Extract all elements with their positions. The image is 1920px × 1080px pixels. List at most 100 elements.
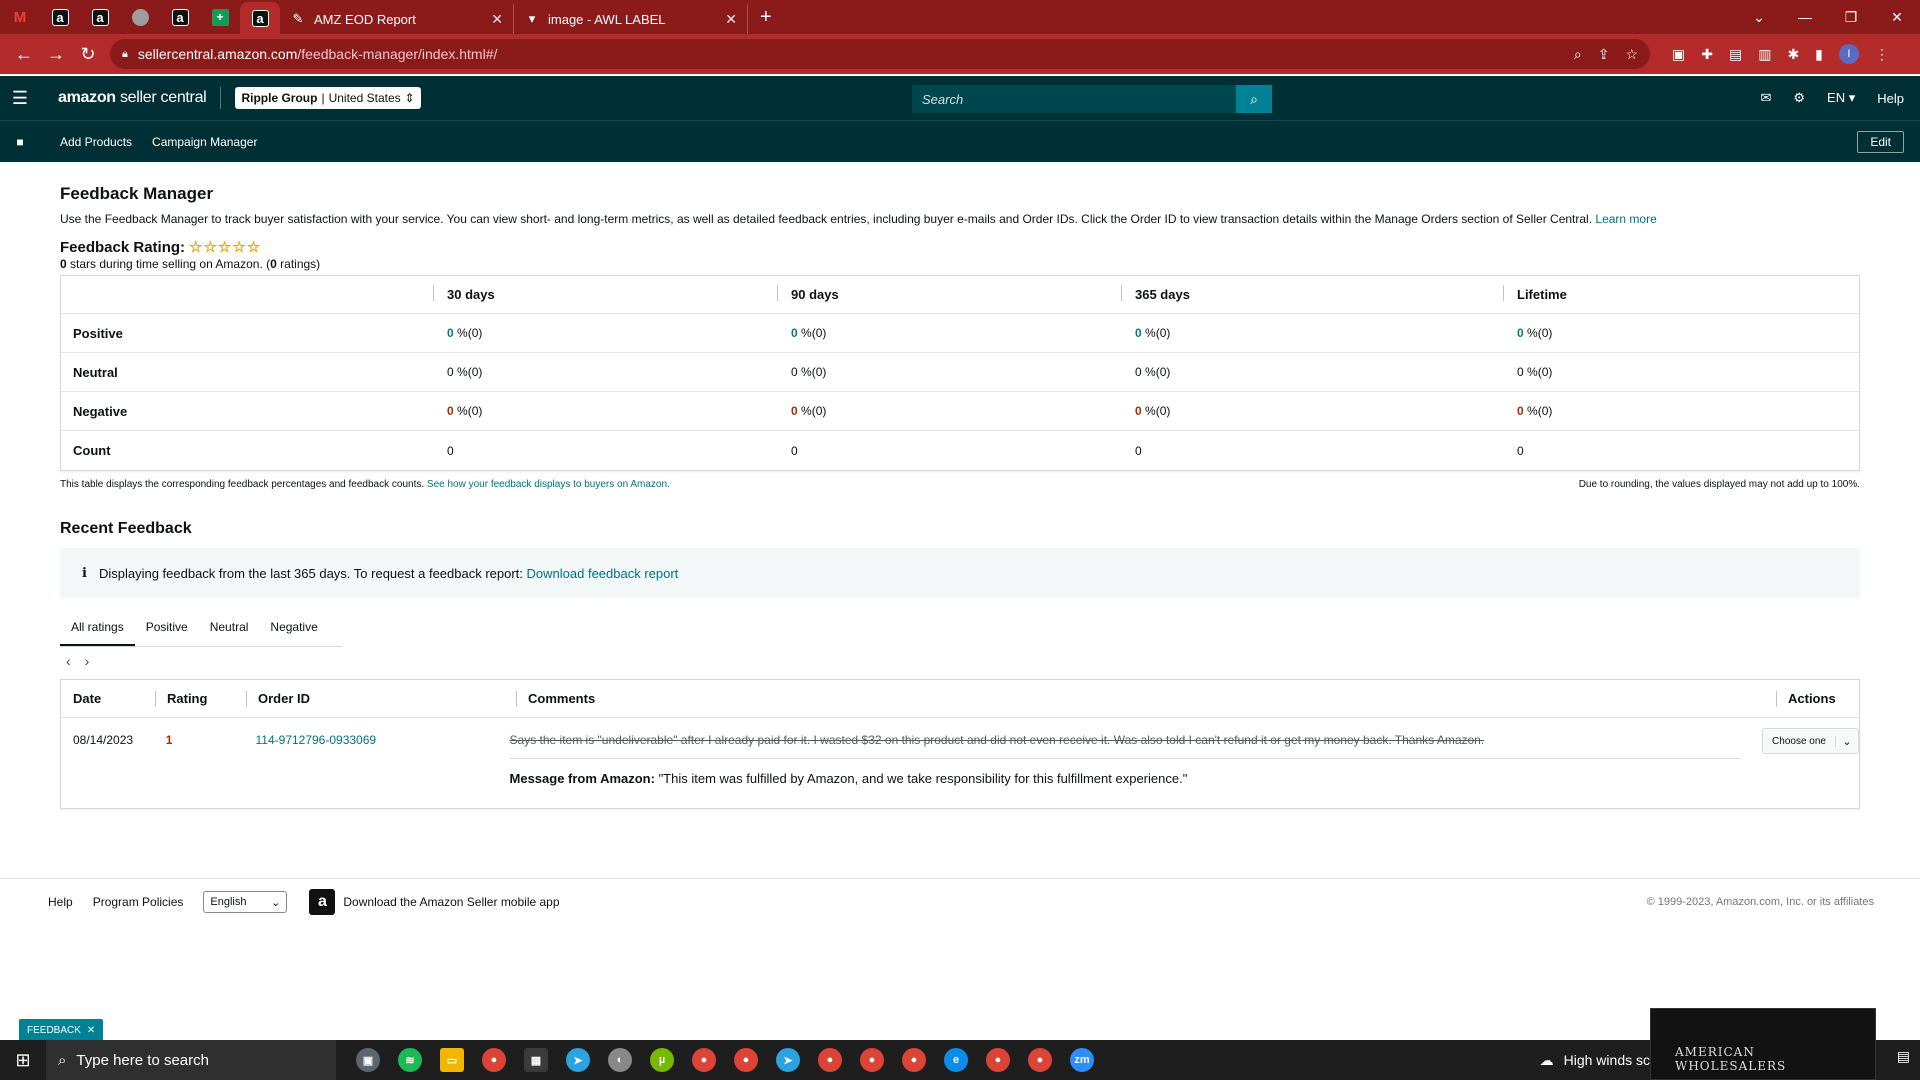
feedback-display-link[interactable]: See how your feedback displays to buyers… xyxy=(427,479,670,490)
stat-cell: 0 %(0) xyxy=(791,326,827,340)
back-button[interactable]: ← xyxy=(8,44,40,65)
weather-text[interactable]: High winds sc xyxy=(1564,1052,1650,1068)
chrome-icon[interactable]: ● xyxy=(482,1048,506,1072)
amazon-app-icon[interactable]: a xyxy=(309,889,336,915)
windows-start-icon[interactable]: ⊞ xyxy=(0,1050,46,1071)
page-footer: Help Program Policies English ⌄ a Downloa… xyxy=(0,878,1920,958)
tab-awl-label[interactable]: ▾ image - AWL LABEL ✕ xyxy=(514,4,748,34)
download-report-link[interactable]: Download feedback report xyxy=(527,566,679,581)
bookmark-icon[interactable]: ■ xyxy=(0,135,40,149)
puzzle-icon[interactable]: ✱ xyxy=(1787,46,1799,63)
download-app-link[interactable]: Download the Amazon Seller mobile app xyxy=(343,895,559,909)
hamburger-menu-icon[interactable]: ☰ xyxy=(0,88,40,109)
close-window-button[interactable]: ✕ xyxy=(1874,9,1920,26)
video-thumbnail[interactable]: AMERICAN WHOLESALERS xyxy=(1650,1008,1876,1080)
task-view-icon[interactable]: ▣ xyxy=(356,1048,380,1072)
info-icon: i xyxy=(82,565,87,581)
notification-icon[interactable]: ▤ xyxy=(1897,1048,1910,1065)
stat-cell: 0 %(0) xyxy=(447,365,483,379)
chevron-down-icon[interactable]: ⌄ xyxy=(1736,9,1782,26)
column-header: Order ID xyxy=(246,691,516,707)
tab-negative[interactable]: Negative xyxy=(259,610,328,646)
add-products-link[interactable]: Add Products xyxy=(60,135,132,149)
chevron-left-icon[interactable]: ‹ xyxy=(66,653,71,669)
pinned-tab-amazon-active[interactable]: a xyxy=(240,2,280,34)
account-selector[interactable]: Ripple Group | United States ⇕ xyxy=(235,87,421,109)
stat-cell: 0 %(0) xyxy=(1517,365,1553,379)
taskbar-apps: ▣ ≋ ▭ ● ▦ ➤ ◐ µ ● ● ➤ ● ● ● e ● ● zm xyxy=(356,1048,1094,1072)
pinned-tab-generic[interactable] xyxy=(120,0,160,34)
chrome-profile-icon[interactable]: ● xyxy=(860,1048,884,1072)
taskbar-search[interactable]: ⌕ Type here to search xyxy=(46,1040,336,1080)
chrome-icon[interactable]: ● xyxy=(1028,1048,1052,1072)
tab-all-ratings[interactable]: All ratings xyxy=(60,610,135,646)
close-icon[interactable]: ✕ xyxy=(87,1025,95,1036)
close-icon[interactable]: ✕ xyxy=(725,11,737,28)
feedback-widget-button[interactable]: FEEDBACK ✕ xyxy=(19,1019,104,1041)
chrome-active-icon[interactable]: ● xyxy=(818,1048,842,1072)
bookmark-star-icon[interactable]: ☆ xyxy=(1625,46,1638,63)
search-button[interactable]: ⌕ xyxy=(1236,85,1272,113)
new-tab-button[interactable]: + xyxy=(760,6,772,29)
chrome-profile-icon[interactable]: ● xyxy=(986,1048,1010,1072)
footer-help-link[interactable]: Help xyxy=(48,895,73,909)
learn-more-link[interactable]: Learn more xyxy=(1595,212,1656,226)
telegram-icon[interactable]: ➤ xyxy=(566,1048,590,1072)
extension-icon[interactable]: ▥ xyxy=(1758,46,1771,63)
chevron-right-icon[interactable]: › xyxy=(85,653,90,669)
pinned-tab-amazon-3[interactable]: a xyxy=(160,0,200,34)
row-label: Neutral xyxy=(73,364,118,380)
extension-icon[interactable]: ✚ xyxy=(1701,46,1713,63)
tab-amz-eod-report[interactable]: ✎ AMZ EOD Report ✕ xyxy=(280,4,514,34)
utorrent-icon[interactable]: µ xyxy=(650,1048,674,1072)
column-header: Actions xyxy=(1776,691,1859,707)
close-icon[interactable]: ✕ xyxy=(491,11,503,28)
chrome-profile-icon[interactable]: ● xyxy=(902,1048,926,1072)
extension-icon[interactable]: ▣ xyxy=(1672,46,1685,63)
share-icon[interactable]: ⇪ xyxy=(1598,46,1610,63)
extension-icon[interactable]: ▤ xyxy=(1729,46,1742,63)
minimize-button[interactable]: — xyxy=(1782,9,1828,26)
footer-policies-link[interactable]: Program Policies xyxy=(93,895,184,909)
chrome-profile-icon[interactable]: ● xyxy=(692,1048,716,1072)
help-link[interactable]: Help xyxy=(1877,91,1904,106)
forward-button[interactable]: → xyxy=(40,44,72,65)
table-note-right: Due to rounding, the values displayed ma… xyxy=(1578,479,1860,490)
column-header: 90 days xyxy=(777,285,1121,302)
edit-button[interactable]: Edit xyxy=(1857,130,1904,153)
amazon-icon: a xyxy=(91,8,109,26)
zoom-app-icon[interactable]: zm xyxy=(1070,1048,1094,1072)
campaign-manager-link[interactable]: Campaign Manager xyxy=(152,135,257,149)
profile-avatar[interactable]: I xyxy=(1838,44,1859,64)
reload-button[interactable]: ↻ xyxy=(72,44,104,65)
pinned-tab-amazon-2[interactable]: a xyxy=(80,0,120,34)
language-selector[interactable]: EN ▾ xyxy=(1827,90,1855,106)
chrome-profile-icon[interactable]: ● xyxy=(734,1048,758,1072)
spotify-icon[interactable]: ≋ xyxy=(398,1048,422,1072)
address-bar[interactable]: 🔒︎ sellercentral.amazon.com/feedback-man… xyxy=(110,39,1650,69)
column-header: Date xyxy=(73,691,102,706)
gear-icon[interactable]: ⚙ xyxy=(1793,90,1805,106)
order-id-link[interactable]: 114-9712796-0933069 xyxy=(256,733,377,747)
kebab-menu-icon[interactable]: ⋮ xyxy=(1875,46,1889,63)
calculator-icon[interactable]: ▦ xyxy=(524,1048,548,1072)
pinned-tab-gmail[interactable]: M xyxy=(0,0,40,34)
file-explorer-icon[interactable]: ▭ xyxy=(440,1048,464,1072)
pinned-tab-amazon-1[interactable]: a xyxy=(40,0,80,34)
edge-icon[interactable]: e xyxy=(944,1048,968,1072)
tab-neutral[interactable]: Neutral xyxy=(199,610,260,646)
restore-button[interactable]: ❐ xyxy=(1828,9,1874,26)
zoom-icon[interactable]: ⌕ xyxy=(1574,46,1582,63)
row-label: Count xyxy=(73,443,111,458)
search-input[interactable] xyxy=(912,85,1236,113)
tab-positive[interactable]: Positive xyxy=(135,610,199,646)
seller-central-logo[interactable]: amazon seller central xyxy=(58,89,207,107)
telegram-icon[interactable]: ➤ xyxy=(776,1048,800,1072)
sidepanel-icon[interactable]: ▮ xyxy=(1815,46,1823,63)
actions-dropdown[interactable]: Choose one ⌄ xyxy=(1762,728,1859,754)
footer-language-select[interactable]: English ⌄ xyxy=(203,891,288,913)
search-icon: ⌕ xyxy=(1250,90,1258,107)
app-icon[interactable]: ◐ xyxy=(608,1048,632,1072)
mail-icon[interactable]: ✉ xyxy=(1760,90,1771,106)
pinned-tab-sheets[interactable]: + xyxy=(200,0,240,34)
